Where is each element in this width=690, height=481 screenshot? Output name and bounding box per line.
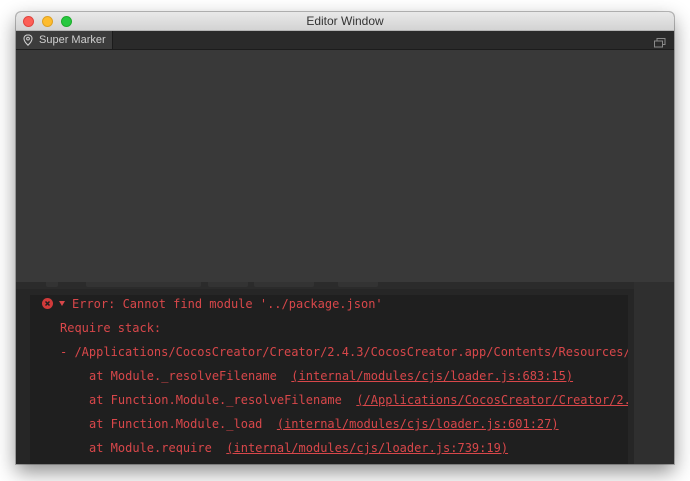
stack-frame-link[interactable]: (/Applications/CocosCreator/Creator/2. bbox=[356, 393, 628, 407]
window-title: Editor Window bbox=[306, 14, 384, 28]
stack-frame: at Function.Module._resolveFilename (/Ap… bbox=[89, 391, 628, 409]
stack-frame-function: at Function.Module._resolveFilename bbox=[89, 393, 342, 407]
location-pin-icon bbox=[20, 31, 36, 49]
error-icon bbox=[42, 298, 53, 309]
console-toolbar-button[interactable] bbox=[46, 282, 58, 287]
console-level-select[interactable] bbox=[254, 282, 314, 287]
side-panel bbox=[634, 282, 674, 464]
panel-content bbox=[16, 50, 674, 282]
stack-frame: at Function.Module._load (internal/modul… bbox=[89, 415, 559, 433]
require-stack-label: Require stack: bbox=[60, 321, 162, 335]
stack-frame: at Module._resolveFilename (internal/mod… bbox=[89, 367, 573, 385]
stack-frame-link[interactable]: (internal/modules/cjs/loader.js:601:27) bbox=[277, 417, 559, 431]
console-log: Error: Cannot find module '../package.js… bbox=[30, 295, 628, 464]
stack-path: - /Applications/CocosCreator/Creator/2.4… bbox=[60, 345, 628, 359]
stack-frame-function: at Module.require bbox=[89, 441, 212, 455]
stack-frame-link[interactable]: (internal/modules/cjs/loader.js:683:15) bbox=[291, 369, 573, 383]
stack-frame-function: at Function.Module._load bbox=[89, 417, 263, 431]
error-title[interactable]: Error: Cannot find module '../package.js… bbox=[72, 295, 383, 313]
tab-label: Super Marker bbox=[39, 34, 106, 46]
console-toolbar-button[interactable] bbox=[208, 282, 248, 287]
collapse-caret-icon[interactable] bbox=[59, 301, 65, 306]
stack-frame-function: at Module._resolveFilename bbox=[89, 369, 277, 383]
stack-frame: at Module.require (internal/modules/cjs/… bbox=[89, 439, 508, 457]
console-toolbar bbox=[16, 282, 674, 289]
editor-window: Editor Window Super Marker Error: Cannot… bbox=[16, 12, 674, 464]
tab-bar: Super Marker bbox=[16, 31, 674, 50]
console-toolbar-button[interactable] bbox=[338, 282, 378, 287]
title-bar: Editor Window bbox=[16, 12, 674, 31]
tab-super-marker[interactable]: Super Marker bbox=[16, 31, 113, 49]
console-filter-input[interactable] bbox=[86, 282, 201, 287]
popout-icon[interactable] bbox=[654, 35, 666, 48]
console-panel: Error: Cannot find module '../package.js… bbox=[16, 282, 674, 464]
stack-frame-link[interactable]: (internal/modules/cjs/loader.js:739:19) bbox=[226, 441, 508, 455]
